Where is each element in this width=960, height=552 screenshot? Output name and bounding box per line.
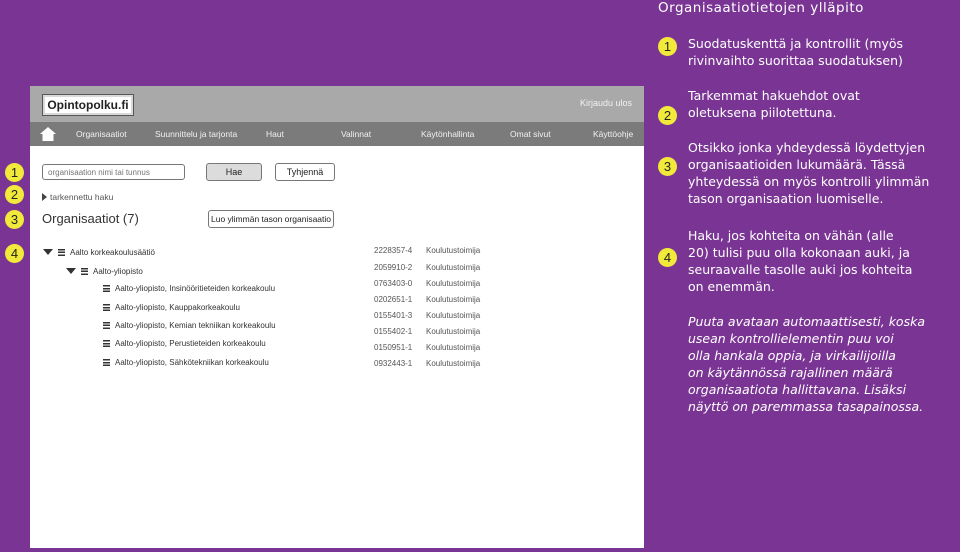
create-top-level-organisation-button[interactable]: Luo ylimmän tason organisaatio — [208, 210, 334, 228]
tree-row[interactable]: Aalto-yliopisto, Sähkötekniikan korkeako… — [103, 356, 269, 368]
tree-row[interactable]: Aalto korkeakoulusäätiö — [43, 246, 155, 258]
org-code: 0932443-1 — [374, 359, 413, 368]
home-icon[interactable] — [40, 127, 56, 141]
top-bar: Opintopolku.fi Kirjaudu ulos — [30, 86, 644, 122]
tree-item-label[interactable]: Aalto-yliopisto, Kemian tekniikan korkea… — [115, 321, 276, 330]
annotation-line: tason organisaation luomiselle. — [688, 191, 884, 206]
org-code: 0202651-1 — [374, 295, 413, 304]
org-code: 0763403-0 — [374, 279, 413, 288]
caret-down-icon[interactable] — [66, 268, 76, 274]
nav-item-omat-sivut[interactable]: Omat sivut — [510, 129, 551, 139]
annotation-1: Suodatuskenttä ja kontrollit (myös rivin… — [688, 35, 903, 69]
annotation-line: olla hankala oppia, ja virkailijoilla — [688, 348, 896, 363]
main-navigation: Organisaatiot Suunnittelu ja tarjonta Ha… — [30, 122, 644, 146]
organisation-search-input[interactable] — [42, 164, 185, 180]
advanced-search-label: tarkennettu haku — [50, 192, 114, 202]
annotation-line: organisaatioiden lukumäärä. Tässä — [688, 157, 906, 172]
annotation-line: on enemmän. — [688, 279, 775, 294]
nav-item-suunnittelu[interactable]: Suunnittelu ja tarjonta — [155, 129, 237, 139]
badge-left-2: 2 — [5, 185, 24, 204]
org-type: Koulutustoimija — [426, 295, 481, 304]
list-icon — [103, 321, 110, 329]
list-icon — [103, 303, 110, 311]
badge-right-4: 4 — [658, 248, 677, 267]
nav-item-kaytonhallinta[interactable]: Käytönhallinta — [421, 129, 474, 139]
org-code: 0155401-3 — [374, 311, 413, 320]
badge-right-1: 1 — [658, 37, 677, 56]
nav-item-organisaatiot[interactable]: Organisaatiot — [76, 129, 127, 139]
tree-item-label[interactable]: Aalto-yliopisto, Insinööritieteiden kork… — [115, 284, 275, 293]
org-code: 2228357-4 — [374, 246, 413, 255]
annotation-line: seuraavalle tasolle auki jos kohteita — [688, 262, 913, 277]
annotation-2: Tarkemmat hakuehdot ovat oletuksena piil… — [688, 87, 860, 121]
badge-left-3: 3 — [5, 210, 24, 229]
org-type: Koulutustoimija — [426, 359, 481, 368]
annotation-line: on käytännössä rajallinen määrä — [688, 365, 893, 380]
tree-row[interactable]: Aalto-yliopisto, Insinööritieteiden kork… — [103, 282, 275, 294]
list-icon — [103, 339, 110, 347]
annotation-line: Suodatuskenttä ja kontrollit (myös — [688, 36, 904, 51]
nav-item-kayttoohje[interactable]: Käyttöohje — [593, 129, 633, 139]
list-icon — [103, 358, 110, 366]
badge-left-4: 4 — [5, 244, 24, 263]
annotation-4: Haku, jos kohteita on vähän (alle 20) tu… — [688, 227, 912, 295]
list-icon — [103, 284, 110, 292]
annotation-line: 20) tulisi puu olla kokonaan auki, ja — [688, 245, 910, 260]
annotation-title: Organisaatiotietojen ylläpito — [658, 0, 864, 16]
annotation-3: Otsikko jonka yhdeydessä löydettyjen org… — [688, 139, 929, 207]
org-type: Koulutustoimija — [426, 263, 481, 272]
tree-row[interactable]: Aalto-yliopisto — [66, 265, 143, 277]
caret-down-icon[interactable] — [43, 249, 53, 255]
annotation-line: näyttö on paremmassa tasapainossa. — [688, 399, 924, 414]
annotation-line: Tarkemmat hakuehdot ovat — [688, 88, 860, 103]
tree-row[interactable]: Aalto-yliopisto, Kemian tekniikan korkea… — [103, 319, 276, 331]
list-icon — [81, 267, 88, 275]
list-icon — [58, 248, 65, 256]
org-code: 2059910-2 — [374, 263, 413, 272]
org-type: Koulutustoimija — [426, 343, 481, 352]
opintopolku-logo[interactable]: Opintopolku.fi — [42, 94, 134, 116]
badge-left-1: 1 — [5, 163, 24, 182]
org-type: Koulutustoimija — [426, 246, 481, 255]
badge-right-3: 3 — [658, 157, 677, 176]
advanced-search-toggle[interactable]: tarkennettu haku — [42, 192, 113, 202]
org-type: Koulutustoimija — [426, 311, 481, 320]
tree-row[interactable]: Aalto-yliopisto, Kauppakorkeakoulu — [103, 301, 240, 313]
tree-item-label[interactable]: Aalto korkeakoulusäätiö — [70, 248, 155, 257]
annotation-line: Otsikko jonka yhdeydessä löydettyjen — [688, 140, 926, 155]
triangle-right-icon — [42, 193, 47, 201]
tree-item-label[interactable]: Aalto-yliopisto, Kauppakorkeakoulu — [115, 303, 240, 312]
badge-right-2: 2 — [658, 106, 677, 125]
search-button[interactable]: Hae — [206, 163, 262, 181]
tree-item-label[interactable]: Aalto-yliopisto, Perustieteiden korkeako… — [115, 339, 266, 348]
ui-mockup-frame: Opintopolku.fi Kirjaudu ulos Organisaati… — [30, 86, 644, 548]
annotation-line: organisaatiota hallittavana. Lisäksi — [688, 382, 907, 397]
nav-item-haut[interactable]: Haut — [266, 129, 284, 139]
org-code: 0155402-1 — [374, 327, 413, 336]
nav-item-valinnat[interactable]: Valinnat — [341, 129, 371, 139]
clear-button[interactable]: Tyhjennä — [275, 163, 335, 181]
tree-row[interactable]: Aalto-yliopisto, Perustieteiden korkeako… — [103, 337, 266, 349]
tree-item-label[interactable]: Aalto-yliopisto, Sähkötekniikan korkeako… — [115, 358, 269, 367]
annotation-line: Haku, jos kohteita on vähän (alle — [688, 228, 894, 243]
annotation-line: yhteydessä on myös kontrolli ylimmän — [688, 174, 930, 189]
annotation-line: oletuksena piilotettuna. — [688, 105, 837, 120]
annotation-line: usean kontrollielementin puu voi — [688, 331, 894, 346]
annotation-line: Puuta avataan automaattisesti, koska — [688, 314, 925, 329]
annotation-note: Puuta avataan automaattisesti, koska use… — [688, 313, 925, 415]
logout-link[interactable]: Kirjaudu ulos — [580, 98, 632, 108]
org-type: Koulutustoimija — [426, 327, 481, 336]
org-code: 0150951-1 — [374, 343, 413, 352]
tree-item-label[interactable]: Aalto-yliopisto — [93, 267, 143, 276]
org-type: Koulutustoimija — [426, 279, 481, 288]
results-title: Organisaatiot (7) — [42, 211, 139, 226]
annotation-line: rivinvaihto suorittaa suodatuksen) — [688, 53, 903, 68]
